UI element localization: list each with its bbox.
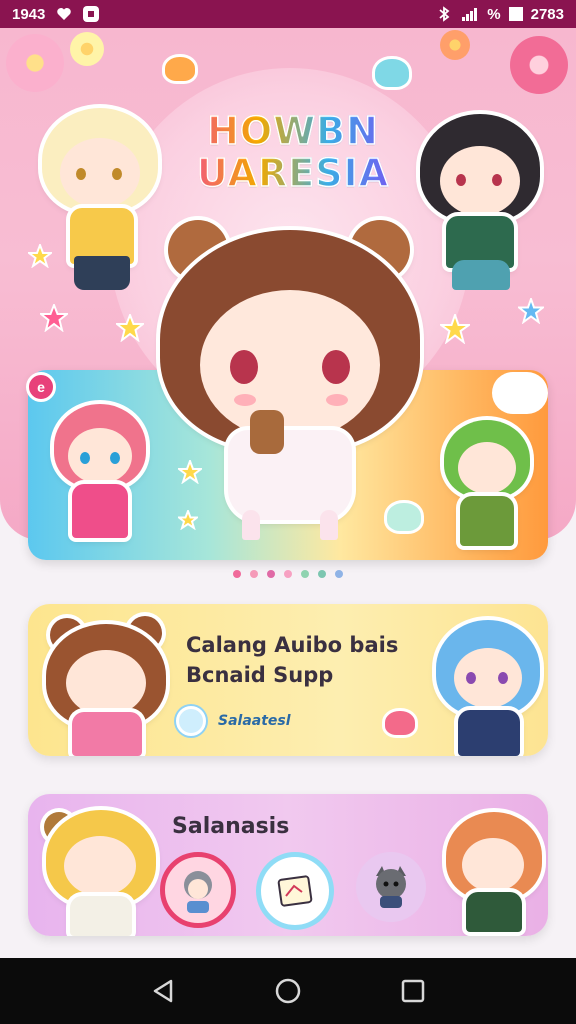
flower-decoration <box>440 30 470 60</box>
logo-line-1: HOWBN <box>190 109 396 153</box>
carousel-dot[interactable] <box>267 570 275 578</box>
notification-icon <box>83 6 100 22</box>
recents-icon[interactable] <box>393 971 433 1011</box>
bluetooth-icon <box>435 6 453 22</box>
battery-icon <box>508 7 523 21</box>
character-sticker-darkhair <box>410 110 550 300</box>
flower-decoration <box>70 32 104 66</box>
character-sticker-green <box>438 416 538 556</box>
carousel-dot[interactable] <box>301 570 309 578</box>
avatar-button-gray[interactable] <box>160 852 236 928</box>
main-character-sticker <box>150 210 430 550</box>
flower-decoration <box>6 34 64 92</box>
note-button[interactable] <box>256 852 334 930</box>
avatar-icon <box>184 871 212 913</box>
support-card-title-line2: Bcnaid Supp <box>186 663 334 687</box>
character-sticker-orange <box>440 800 548 936</box>
carousel-dot[interactable] <box>233 570 241 578</box>
app-logo: HOWBN UARESIA <box>190 109 396 195</box>
character-sticker-pink <box>46 400 156 550</box>
carousel-dot[interactable] <box>250 570 258 578</box>
support-card-title: Calang Auibo bais Bcnaid Supp <box>186 630 406 690</box>
star-icon <box>116 314 144 342</box>
carousel-dot[interactable] <box>318 570 326 578</box>
back-icon[interactable] <box>143 971 183 1011</box>
star-icon <box>518 298 544 324</box>
star-icon <box>440 314 470 344</box>
support-card-title-line1: Calang Auibo bais <box>186 633 399 657</box>
carousel-dot[interactable] <box>284 570 292 578</box>
salanasis-card-title: Salanasis <box>172 814 290 839</box>
character-sticker-blonde <box>30 108 170 298</box>
orange-blob-sticker <box>162 54 198 84</box>
support-card-link[interactable]: Salaatesl <box>176 706 291 736</box>
heart-icon <box>55 6 73 22</box>
bubble-icon <box>176 706 206 736</box>
cat-button[interactable] <box>356 852 426 922</box>
carousel-indicator <box>0 570 576 578</box>
logo-line-2: UARESIA <box>190 151 396 195</box>
pink-blob-sticker <box>382 708 418 738</box>
character-sticker-yellow <box>36 796 166 936</box>
support-card-link-text: Salaatesl <box>218 713 291 729</box>
status-percent: % <box>487 5 501 23</box>
home-icon[interactable] <box>268 971 308 1011</box>
carousel-badge: e <box>26 372 56 402</box>
teal-blob-sticker <box>372 56 412 90</box>
character-sticker-brown-wink <box>36 604 176 756</box>
star-icon <box>40 304 68 332</box>
note-icon <box>277 875 313 907</box>
cat-icon <box>376 866 406 908</box>
system-nav-bar <box>0 958 576 1024</box>
status-clock: 2783 <box>530 5 564 23</box>
speech-bubble-sticker <box>492 372 548 414</box>
signal-icon <box>461 6 479 22</box>
flower-decoration <box>510 36 568 94</box>
carousel-dot[interactable] <box>335 570 343 578</box>
character-sticker-blue <box>428 610 548 756</box>
status-time: 1943 <box>12 5 46 23</box>
status-bar: 1943 % 2783 <box>0 0 576 28</box>
